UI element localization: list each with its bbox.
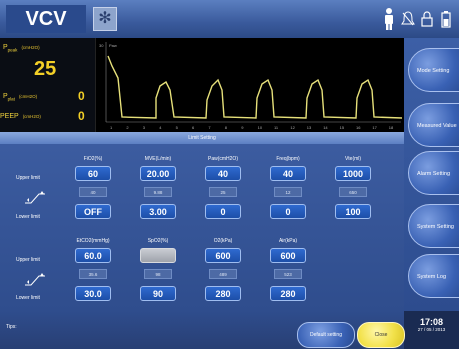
- wave-xtick: 14: [323, 125, 328, 130]
- upper-limit-label-2: Upper limit: [16, 257, 40, 263]
- lower-limit-field[interactable]: 0: [270, 204, 306, 219]
- upper-limit-label: Upper limit: [16, 175, 40, 181]
- system-setting-button[interactable]: System Setting: [408, 204, 459, 248]
- wave-xtick: 12: [290, 125, 295, 130]
- range-icon: [25, 191, 45, 204]
- limit-setting-title: Limit Setting: [0, 132, 404, 144]
- monitor-values-panel: Ppeak (cmH2O) 25 Pplat (cmH2O) 0 PEEP (cmH2…: [0, 38, 95, 132]
- ppeak-label: Ppeak (cmH2O): [3, 44, 40, 53]
- measured-value: 12: [274, 187, 302, 197]
- limit-col-header: Freq(bpm): [276, 156, 300, 162]
- measured-value: 523: [274, 269, 302, 279]
- upper-limit-field[interactable]: 600: [270, 248, 306, 263]
- clock-time: 17:08: [419, 317, 444, 327]
- mode-setting-button[interactable]: Mode Setting: [408, 48, 459, 92]
- upper-limit-field[interactable]: 600: [205, 248, 241, 263]
- wave-xtick: 13: [307, 125, 312, 130]
- lower-limit-label-2: Lower limit: [16, 295, 40, 301]
- system-log-button[interactable]: System Log: [408, 254, 459, 298]
- measured-value: 25: [209, 187, 237, 197]
- limit-col-header: MVE(L/min): [144, 156, 172, 162]
- peep-value: 0: [78, 109, 85, 123]
- close-button[interactable]: Close: [357, 322, 405, 348]
- measured-value: 40: [79, 187, 107, 197]
- lower-limit-field[interactable]: 280: [270, 286, 306, 301]
- lower-limit-field[interactable]: OFF: [75, 204, 111, 219]
- pplat-value: 0: [78, 89, 85, 103]
- patient-icon: [382, 7, 396, 31]
- wave-xtick: 15: [340, 125, 345, 130]
- lower-limit-field[interactable]: 0: [205, 204, 241, 219]
- clock-date: 27 / 05 / 2013: [417, 327, 446, 332]
- upper-limit-field[interactable]: 40: [270, 166, 306, 181]
- fan-icon[interactable]: ✻: [93, 7, 117, 31]
- upper-limit-field[interactable]: [140, 248, 176, 263]
- range-icon-2: [25, 273, 45, 286]
- measured-value: 650: [339, 187, 367, 197]
- wave-xtick: 7: [208, 125, 211, 130]
- lower-limit-field[interactable]: 280: [205, 286, 241, 301]
- measured-value: 98: [144, 269, 172, 279]
- limit-col-header: FiO2(%): [83, 156, 103, 162]
- limit-col-header: SpO2(%): [147, 238, 169, 244]
- default-setting-button[interactable]: Default setting: [297, 322, 355, 348]
- wave-xtick: 17: [372, 125, 377, 130]
- wave-ylabel: Paw: [109, 43, 117, 48]
- upper-limit-field[interactable]: 1000: [335, 166, 371, 181]
- lower-limit-field[interactable]: 90: [140, 286, 176, 301]
- right-menu: Mode Setting Measured Value Alarm Settin…: [404, 38, 459, 311]
- measured-value-button[interactable]: Measured Value: [408, 103, 459, 147]
- alarm-setting-button[interactable]: Alarm Setting: [408, 151, 459, 195]
- peep-label: PEEP (cmH2O): [0, 113, 41, 120]
- lower-limit-field[interactable]: 3.00: [140, 204, 176, 219]
- wave-xtick: 16: [356, 125, 361, 130]
- limit-col-header: Vte(ml): [344, 156, 362, 162]
- pplat-label: Pplat (cmH2O): [3, 93, 38, 102]
- clock: 17:08 27 / 05 / 2013: [404, 311, 459, 349]
- wave-ytop: 30: [99, 43, 104, 48]
- upper-limit-field[interactable]: 60.0: [75, 248, 111, 263]
- wave-xtick: 11: [274, 125, 279, 130]
- wave-xtick: 8: [225, 125, 228, 130]
- battery-icon: [439, 7, 453, 31]
- measured-value: 489: [209, 269, 237, 279]
- lower-limit-field[interactable]: 100: [335, 204, 371, 219]
- ppeak-value: 25: [34, 58, 57, 80]
- limit-setting-panel: Upper limit Lower limit Upper limit Lowe…: [0, 144, 404, 311]
- lower-limit-field[interactable]: 30.0: [75, 286, 111, 301]
- lower-limit-label: Lower limit: [16, 214, 40, 220]
- upper-limit-field[interactable]: 60: [75, 166, 111, 181]
- tips-label: Tips:: [6, 324, 17, 330]
- waveform-svg: 30 Paw 1 2 3 4 5 6 7 8 9 10 11 12 13 14 15 16 17 18: [99, 42, 403, 130]
- wave-xtick: 1: [110, 125, 113, 130]
- wave-xtick: 2: [126, 125, 129, 130]
- status-icons: [382, 6, 453, 32]
- pressure-trace: [107, 55, 403, 119]
- measured-value: 9.88: [144, 187, 172, 197]
- alarm-bell-icon[interactable]: [401, 7, 415, 31]
- wave-xtick: 3: [143, 125, 146, 130]
- upper-limit-field[interactable]: 40: [205, 166, 241, 181]
- wave-xtick: 10: [258, 125, 263, 130]
- upper-limit-field[interactable]: 20.00: [140, 166, 176, 181]
- wave-xticks: 1 2 3 4 5 6 7 8 9 10 11 12 13 14 15 16 17 18: [110, 125, 394, 130]
- limit-col-header: EtCO2(mmHg): [76, 238, 110, 244]
- wave-xtick: 5: [176, 125, 179, 130]
- measured-value: 35.6: [79, 269, 107, 279]
- wave-xtick: 9: [241, 125, 244, 130]
- pressure-waveform: 30 Paw 1 2 3 4 5 6 7 8 9 10 11 12 13 14 15 16 17 18: [95, 38, 405, 132]
- limit-col-header: O2(kPa): [213, 238, 233, 244]
- limit-col-header: Air(kPa): [278, 238, 298, 244]
- ventilation-mode-button[interactable]: VCV: [6, 5, 86, 33]
- wave-xtick: 4: [159, 125, 162, 130]
- wave-xtick: 18: [389, 125, 394, 130]
- lock-icon[interactable]: [420, 7, 434, 31]
- wave-xtick: 6: [192, 125, 195, 130]
- limit-col-header: Paw(cmH2O): [207, 156, 238, 162]
